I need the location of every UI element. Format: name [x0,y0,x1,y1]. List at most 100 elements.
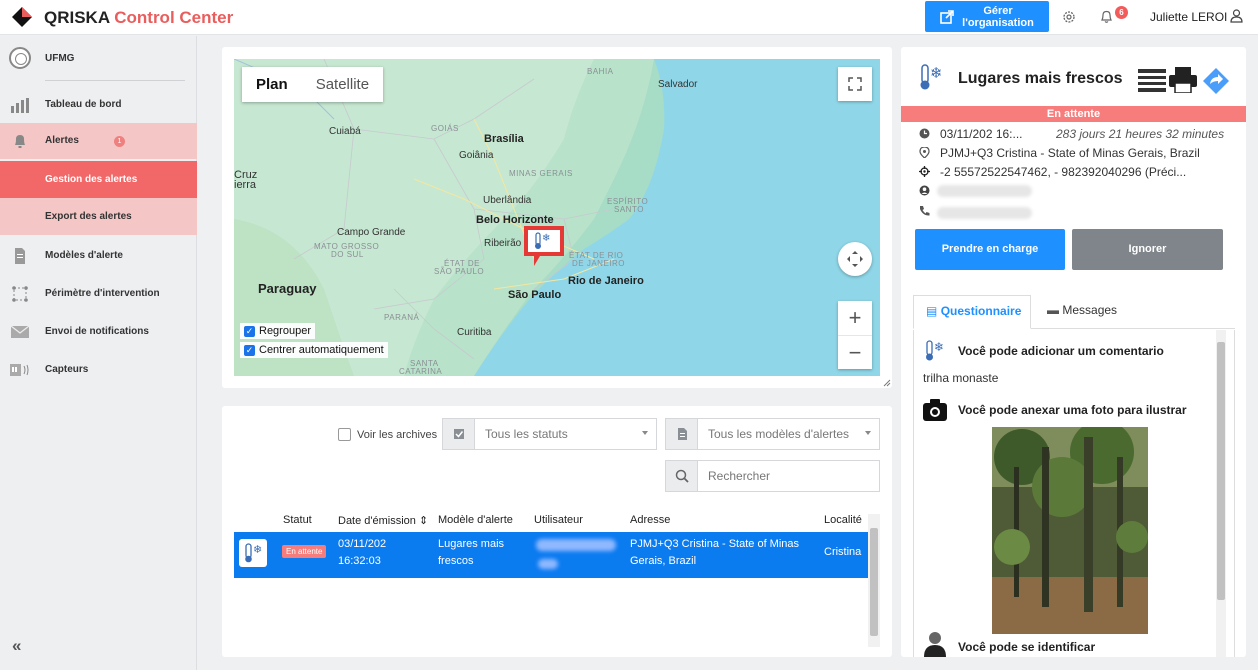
svg-text:❄: ❄ [930,64,943,82]
sidebar-item-label: Alertes [45,135,79,146]
question-answer: trilha monaste [923,371,999,385]
scrollbar-thumb[interactable] [870,528,878,636]
scrollbar-thumb[interactable] [1217,342,1225,600]
tab-plan[interactable]: Plan [242,67,302,102]
map-label: SANTO [614,205,644,214]
user-icon[interactable] [1230,9,1243,23]
sidebar-item-alert-management[interactable]: Gestion des alertes [0,161,197,198]
map-label: MINAS GERAIS [509,169,573,178]
manage-organization-button[interactable]: Gérer l'organisation [925,1,1049,32]
sidebar-item-label: Export des alertes [45,211,132,222]
map-label: Uberlândia [483,195,532,206]
map-label: SÃO PAULO [434,267,485,276]
model-filter-select[interactable]: Tous les modèles d'alertes [665,418,880,450]
camera-icon [923,399,947,421]
thermometer-snow-icon: ❄ [239,539,267,567]
sidebar-item-label: Périmètre d'intervention [45,288,160,299]
search-box[interactable]: Rechercher [665,460,880,492]
external-link-icon [940,9,954,24]
redacted-user-name [937,185,1032,197]
zoom-controls: + − [838,301,872,369]
map-card: BAHIA Salvador GOIÁS Brasília Goiânia Cu… [222,47,892,388]
envelope-icon [10,325,30,338]
attached-photo[interactable] [992,427,1148,634]
questionnaire-icon: ▤ [926,304,938,318]
forward-icon[interactable] [1203,68,1229,94]
user-circle-icon [919,185,930,196]
resize-handle-icon[interactable] [883,379,891,387]
user-name[interactable]: Juliette LEROI [1150,10,1227,24]
qriska-logo-icon[interactable] [12,7,32,27]
forest-photo [992,427,1148,634]
bell-icon[interactable] [1099,9,1114,24]
document-icon [678,428,687,440]
sidebar-item-alerts[interactable]: Alertes 1 [0,123,197,159]
zoom-in-button[interactable]: + [838,301,872,335]
column-header-date[interactable]: Date d'émission ⇕ [338,514,428,527]
column-header-address[interactable]: Adresse [630,514,670,526]
table-row[interactable]: ❄ En attente 03/11/202 16:32:03 Lugares … [234,532,868,578]
brand-title[interactable]: QRISKA Control Center [44,8,233,28]
table-scrollbar[interactable] [868,514,880,647]
column-header-status[interactable]: Statut [283,514,312,526]
status-banner: En attente [901,106,1246,122]
column-header-user[interactable]: Utilisateur [534,514,583,526]
address-cell: PJMJ+Q3 Cristina - State of Minas Gerais… [630,538,800,567]
bell-icon [15,135,25,148]
svg-text:❄: ❄ [934,340,944,354]
alert-map-marker[interactable]: ❄ [522,224,566,268]
tab-satellite[interactable]: Satellite [302,67,383,102]
fullscreen-button[interactable] [838,67,872,101]
sidebar-item-dashboard[interactable]: Tableau de bord [0,87,197,123]
chevron-down-icon [865,431,871,435]
take-charge-button[interactable]: Prendre en charge [915,229,1065,270]
sidebar-item-label: Envoi de notifications [45,326,149,337]
collapse-sidebar-button[interactable]: « [12,636,21,656]
map-view[interactable]: BAHIA Salvador GOIÁS Brasília Goiânia Cu… [234,59,880,376]
group-markers-checkbox[interactable]: ✓ Regrouper [240,323,315,339]
map-label: Paraguay [258,281,317,296]
messages-icon: ▬ [1047,303,1059,317]
ignore-button[interactable]: Ignorer [1072,229,1223,270]
status-filter-select[interactable]: Tous les statuts [442,418,657,450]
sidebar-item-sensors[interactable]: Capteurs [0,352,197,388]
column-header-model[interactable]: Modèle d'alerte [438,514,513,526]
auto-center-checkbox[interactable]: ✓ Centrer automatiquement [240,342,388,358]
fullscreen-icon [848,77,862,91]
search-icon [675,469,689,483]
redacted-phone [937,207,1032,219]
pan-control-button[interactable] [838,242,872,276]
map-label: São Paulo [508,289,562,301]
questionnaire-scrollbar[interactable] [1216,330,1226,657]
tab-messages[interactable]: ▬ Messages [1047,303,1117,317]
sidebar-item-label: Capteurs [45,364,89,375]
map-label: Rio de Janeiro [568,275,644,287]
alert-detail-card: ❄ Lugares mais frescos En attente 03/11/… [901,47,1246,657]
sidebar-item-label: Tableau de bord [45,99,122,110]
column-header-locality[interactable]: Localité [824,514,862,526]
checkbox-unchecked-icon [338,428,351,441]
checkbox-checked-icon: ✓ [244,344,255,356]
show-archives-checkbox[interactable]: Voir les archives [338,428,437,441]
organization-row[interactable]: UFMG [0,44,197,72]
sidebar-item-notifications[interactable]: Envoi de notifications [0,314,197,350]
sidebar-item-perimeter[interactable]: Périmètre d'intervention [0,276,197,312]
print-icon[interactable] [1169,67,1197,93]
sidebar: UFMG Tableau de bord Alertes 1 Gestion d… [0,36,197,670]
sort-icon: ⇕ [418,515,429,527]
list-details-icon[interactable] [1138,69,1166,93]
sidebar-item-alert-export[interactable]: Export des alertes [0,198,197,235]
sensor-icon [10,364,29,376]
zoom-out-button[interactable]: − [838,335,872,369]
search-input[interactable]: Rechercher [708,469,770,483]
sidebar-item-alert-models[interactable]: Modèles d'alerte [0,238,197,274]
tab-questionnaire[interactable]: ▤ Questionnaire [913,295,1031,329]
map-label: DE JANEIRO [572,259,626,268]
location-pin-icon [919,147,930,158]
gear-icon[interactable] [1062,10,1076,24]
questionnaire-panel: ❄ Você pode adicionar um comentario tril… [913,330,1235,657]
phone-icon [920,206,930,216]
status-badge: En attente [282,545,327,558]
top-bar: QRISKA Control Center Gérer l'organisati… [0,0,1258,35]
organization-seal-icon [9,47,31,69]
